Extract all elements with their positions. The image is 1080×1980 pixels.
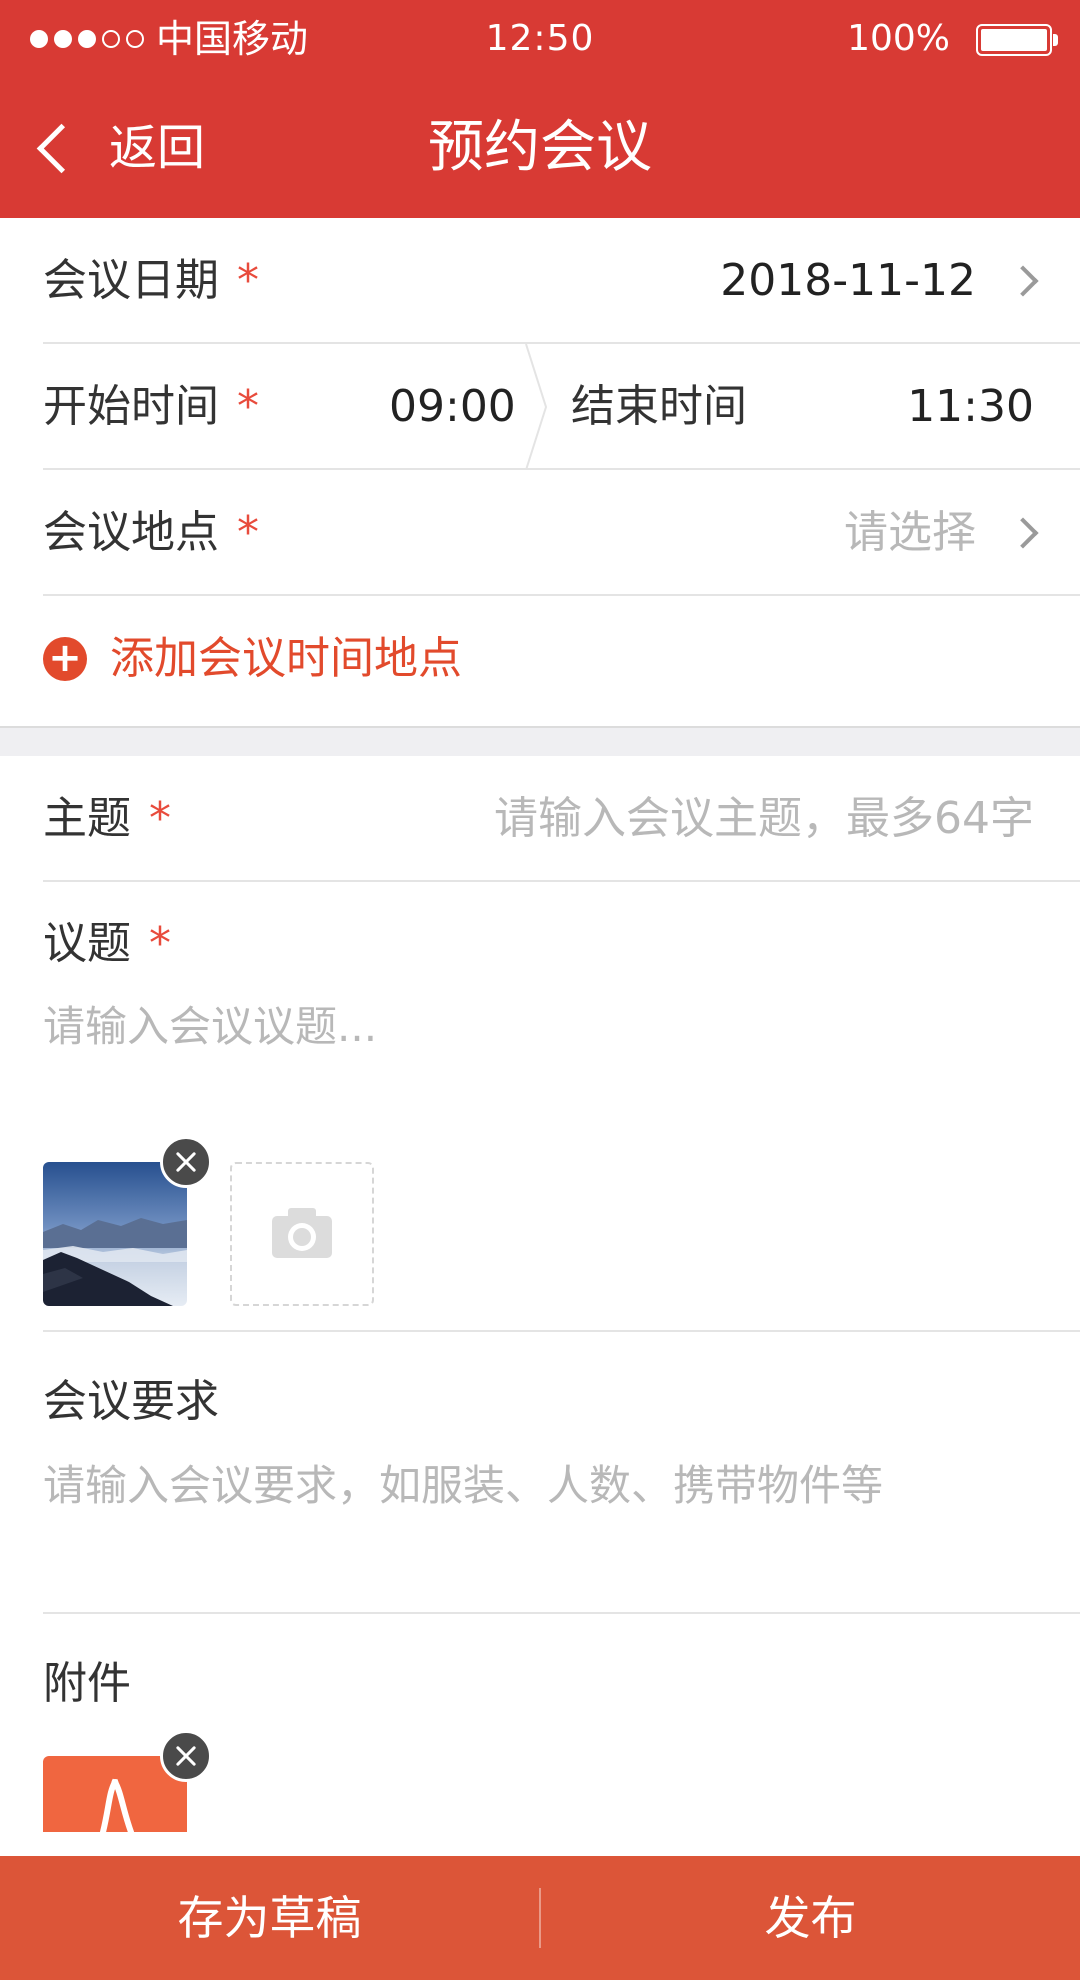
required-mark: * [237, 255, 259, 306]
meeting-location-row[interactable]: 会议地点 * 请选择 [0, 470, 1080, 596]
header: 中国移动 12:50 100% 返回 预约会议 [0, 0, 1080, 218]
meeting-date-label: 会议日期 * [43, 251, 259, 311]
meeting-location-label: 会议地点 * [43, 503, 259, 563]
battery-icon [976, 24, 1052, 56]
remove-photo-icon[interactable] [160, 1136, 212, 1188]
requirements-label: 会议要求 [43, 1376, 219, 1427]
meeting-time-row: 开始时间 * 09:00 结束时间 11:30 [0, 344, 1080, 470]
section-gap [0, 726, 1080, 756]
requirements-section: 会议要求 请输入会议要求，如服装、人数、携带物件等 [0, 1332, 1080, 1614]
status-bar: 中国移动 12:50 100% [0, 0, 1080, 80]
start-time-value[interactable]: 09:00 [389, 377, 516, 437]
meeting-date-label-text: 会议日期 [43, 255, 219, 306]
meeting-date-value: 2018-11-12 [720, 255, 976, 306]
camera-icon [272, 1208, 332, 1258]
bottom-action-bar: 存为草稿 发布 [0, 1856, 1080, 1980]
page-title: 预约会议 [428, 115, 652, 180]
subject-input[interactable]: 请输入会议主题，最多64字 [494, 789, 1034, 849]
meeting-location-placeholder: 请选择 [844, 507, 976, 558]
add-photo-button[interactable] [230, 1162, 374, 1306]
attachments-label: 附件 [43, 1658, 131, 1709]
agenda-textarea[interactable]: 请输入会议议题... [43, 997, 377, 1057]
meeting-booking-screen: 中国移动 12:50 100% 返回 预约会议 会议日期 * 2018-11-12… [0, 0, 1080, 1980]
meeting-date-row[interactable]: 会议日期 * 2018-11-12 [0, 218, 1080, 344]
publish-button[interactable]: 发布 [541, 1856, 1080, 1980]
end-time-label: 结束时间 [571, 381, 747, 432]
subject-label-text: 主题 [43, 793, 131, 844]
agenda-label: 议题 * [43, 914, 171, 974]
attachments-section: 附件 [0, 1614, 1080, 1856]
add-time-location-label: 添加会议时间地点 [110, 633, 462, 684]
save-draft-button[interactable]: 存为草稿 [0, 1856, 539, 1980]
agenda-section: 议题 * 请输入会议议题... [0, 882, 1080, 1332]
mountain-image [43, 1162, 187, 1306]
chevron-right-icon [1007, 517, 1039, 549]
agenda-photo-thumbnail[interactable] [43, 1162, 187, 1306]
agenda-label-text: 议题 [43, 918, 131, 969]
subject-row[interactable]: 主题 * 请输入会议主题，最多64字 [0, 756, 1080, 882]
start-time-label: 开始时间 * [43, 377, 259, 437]
subject-label: 主题 * [43, 789, 171, 849]
required-mark: * [237, 381, 259, 432]
remove-attachment-icon[interactable] [160, 1730, 212, 1782]
chevron-right-icon [1007, 265, 1039, 297]
battery-percentage: 100% [847, 18, 950, 59]
requirements-textarea[interactable]: 请输入会议要求，如服装、人数、携带物件等 [43, 1456, 883, 1516]
required-mark: * [237, 507, 259, 558]
end-time-value[interactable]: 11:30 [907, 377, 1034, 437]
battery-tip [1053, 34, 1058, 46]
plus-circle-icon: + [43, 637, 87, 681]
add-time-location-button[interactable]: + 添加会议时间地点 [0, 596, 1080, 722]
time-range-divider-icon [525, 344, 548, 470]
required-mark: * [149, 918, 171, 969]
required-mark: * [149, 793, 171, 844]
meeting-location-label-text: 会议地点 [43, 507, 219, 558]
start-time-label-text: 开始时间 [43, 381, 219, 432]
